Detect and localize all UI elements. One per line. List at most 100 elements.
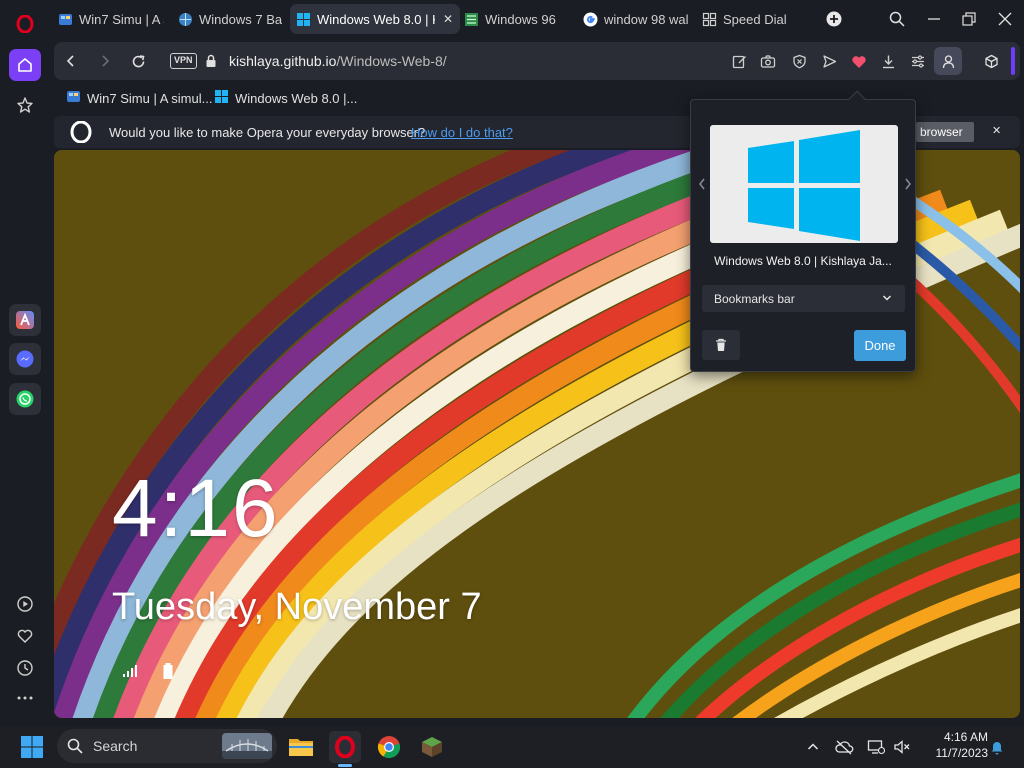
clock-time: 4:16 AM	[943, 730, 988, 744]
vpn-badge[interactable]: VPN	[170, 53, 197, 69]
opera-menu-icon[interactable]	[9, 8, 41, 40]
bookmark-label: Win7 Simu | A simul...	[87, 90, 213, 106]
tab-window-98-wallpaper[interactable]: window 98 wallpaper	[577, 4, 695, 34]
bookmark-folder-select[interactable]: Bookmarks bar	[702, 285, 905, 312]
padlock-icon[interactable]	[204, 54, 218, 68]
lockscreen-date: Tuesday, November 7	[112, 586, 482, 628]
url-domain: kishlaya.github.io	[229, 53, 337, 69]
taskbar-clock[interactable]: 4:16 AM 11/7/2023	[918, 729, 989, 761]
bookmark-win7-simu[interactable]: Win7 Simu | A simul...	[66, 88, 212, 108]
restore-icon[interactable]	[951, 0, 987, 38]
bookmark-edit-popup: Windows Web 8.0 | Kishlaya Ja... Bookmar…	[690, 90, 916, 372]
win7-favicon	[58, 12, 73, 27]
clock-date: 11/7/2023	[935, 746, 989, 760]
reload-icon[interactable]	[128, 51, 148, 71]
file-explorer-icon[interactable]	[285, 731, 317, 763]
player-icon[interactable]	[9, 588, 41, 620]
taskbar-search-box[interactable]: Search	[57, 729, 277, 763]
bookmark-label: Windows Web 8.0 |...	[235, 90, 358, 106]
volume-muted-icon[interactable]	[892, 737, 912, 757]
send-flow-icon[interactable]	[819, 51, 839, 71]
back-arrow-icon[interactable]	[61, 51, 81, 71]
done-button[interactable]: Done	[854, 330, 906, 361]
tab-label: Speed Dial	[723, 11, 787, 27]
win96-favicon	[464, 12, 479, 27]
tab-label: window 98 wallpaper	[604, 11, 689, 27]
history-clock-icon[interactable]	[9, 652, 41, 684]
tab-label: Windows 7 Basic	[199, 11, 282, 27]
infobar-help-link[interactable]: How do I do that?	[411, 125, 513, 140]
show-hidden-icons-chevron-icon[interactable]	[803, 737, 823, 757]
infobar-message: Would you like to make Opera your everyd…	[109, 125, 426, 140]
bookmark-thumbnail	[710, 125, 898, 243]
forward-arrow-icon[interactable]	[95, 51, 115, 71]
url-field[interactable]: kishlaya.github.io/Windows-Web-8/	[229, 53, 447, 69]
windows-logo-favicon	[214, 89, 229, 107]
profile-avatar-icon[interactable]	[934, 47, 962, 75]
running-indicator	[338, 764, 352, 767]
chevron-left-icon[interactable]	[696, 176, 708, 192]
edit-page-icon[interactable]	[729, 51, 749, 71]
tab-windows7-basic[interactable]: Windows 7 Basic	[172, 4, 288, 34]
opera-sidebar	[0, 0, 50, 726]
chrome-icon[interactable]	[373, 731, 405, 763]
start-windows-icon[interactable]	[16, 731, 48, 763]
close-window-icon[interactable]	[987, 0, 1023, 38]
windows-taskbar: Search 4:16 AM 11/7/2023	[0, 726, 1024, 768]
tab-label: Windows Web 8.0 | Kishlaya	[317, 11, 435, 27]
minimize-icon[interactable]	[916, 0, 952, 38]
tab-speed-dial[interactable]: Speed Dial	[696, 4, 796, 34]
network-signal-icon	[122, 664, 138, 678]
close-tab-icon[interactable]: ✕	[443, 12, 453, 26]
battery-icon	[162, 662, 174, 680]
search-icon	[67, 738, 83, 759]
folder-select-value: Bookmarks bar	[714, 292, 795, 306]
camera-snapshot-icon[interactable]	[758, 51, 778, 71]
tab-label: Win7 Simu | A simulation	[79, 11, 164, 27]
search-placeholder: Search	[93, 738, 138, 754]
delete-bookmark-button[interactable]	[702, 330, 740, 360]
tab-strip: Win7 Simu | A simulation Windows 7 Basic…	[50, 0, 1024, 38]
trash-icon	[716, 338, 726, 351]
notification-bell-icon[interactable]	[987, 737, 1007, 757]
messenger-icon[interactable]	[9, 343, 41, 375]
bookmark-heart-icon[interactable]	[849, 51, 869, 71]
close-infobar-icon[interactable]: ✕	[992, 124, 1006, 138]
whatsapp-icon[interactable]	[9, 383, 41, 415]
search-highlight-image	[222, 733, 272, 759]
globe-favicon	[178, 12, 193, 27]
tab-windows-web-8[interactable]: Windows Web 8.0 | Kishlaya ✕	[290, 4, 460, 34]
onedrive-icon[interactable]	[834, 737, 854, 757]
speed-dial-icon	[702, 12, 717, 27]
opera-taskbar-icon[interactable]	[329, 731, 361, 763]
tab-windows-96[interactable]: Windows 96	[458, 4, 572, 34]
network-monitor-icon[interactable]	[866, 737, 886, 757]
minecraft-icon[interactable]	[416, 731, 448, 763]
bookmark-windows-web-8[interactable]: Windows Web 8.0 |...	[214, 88, 357, 108]
shield-adblock-icon[interactable]	[789, 51, 809, 71]
heart-icon[interactable]	[9, 620, 41, 652]
win7-favicon	[66, 89, 81, 107]
extensions-cube-icon[interactable]	[981, 51, 1001, 71]
new-tab-plus-icon[interactable]	[816, 0, 852, 38]
google-favicon	[583, 12, 598, 27]
more-dots-icon[interactable]	[9, 682, 41, 714]
set-default-browser-button[interactable]: browser	[916, 122, 974, 142]
bookmark-title[interactable]: Windows Web 8.0 | Kishlaya Ja...	[703, 254, 903, 268]
url-path: /Windows-Web-8/	[336, 53, 447, 69]
address-bar-row: VPN kishlaya.github.io/Windows-Web-8/	[54, 42, 1020, 80]
tab-search-icon[interactable]	[879, 0, 915, 38]
sidebar-toggle-indicator[interactable]	[1011, 47, 1015, 75]
opera-logo-icon	[70, 120, 92, 144]
chevron-right-icon[interactable]	[902, 176, 914, 192]
lockscreen-time: 4:16	[112, 463, 280, 554]
home-icon[interactable]	[9, 49, 41, 81]
windows-logo-icon	[748, 130, 860, 241]
bookmarks-star-icon[interactable]	[9, 89, 41, 121]
aria-icon[interactable]	[9, 304, 41, 336]
tab-win7-simu[interactable]: Win7 Simu | A simulation	[52, 4, 170, 34]
tab-label: Windows 96	[485, 11, 556, 27]
chevron-down-icon	[881, 292, 893, 307]
download-icon[interactable]	[878, 51, 898, 71]
easy-setup-icon[interactable]	[908, 51, 928, 71]
